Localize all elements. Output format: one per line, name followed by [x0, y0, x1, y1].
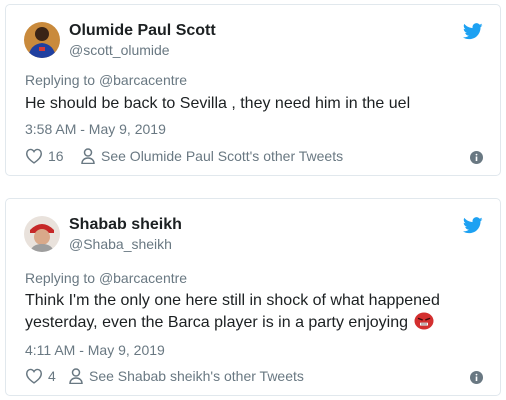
- mention-link[interactable]: @barcacentre: [99, 72, 187, 88]
- timestamp-link[interactable]: 3:58 AM - May 9, 2019: [25, 120, 166, 138]
- tweet-text: He should be back to Sevilla , they need…: [25, 95, 411, 112]
- info-icon[interactable]: [470, 369, 483, 384]
- tweet-actions: 16 See Olumide Paul Scott's other Tweets: [25, 146, 483, 166]
- timestamp-link[interactable]: 4:11 AM - May 9, 2019: [25, 341, 165, 359]
- tweet-card: Shabab sheikh @Shaba_sheikh Replying to …: [5, 198, 501, 396]
- tweet-text: Think I'm the only one here still in sho…: [25, 290, 485, 334]
- avatar[interactable]: [24, 216, 60, 252]
- author-handle[interactable]: @Shaba_sheikh: [69, 235, 172, 253]
- avatar[interactable]: [24, 22, 60, 58]
- person-icon: [81, 148, 95, 164]
- heart-icon: [25, 148, 43, 164]
- tweet-text-line-content: yesterday, even the Barca player is in a…: [25, 314, 409, 331]
- reply-context: Replying to @barcacentre: [25, 71, 187, 89]
- reply-prefix: Replying to: [25, 270, 99, 286]
- author-name[interactable]: Shabab sheikh: [69, 215, 182, 235]
- heart-icon: [25, 368, 43, 384]
- like-button[interactable]: 16: [25, 146, 64, 166]
- other-tweets-link[interactable]: See Shabab sheikh's other Tweets: [69, 366, 304, 386]
- like-count: 16: [48, 148, 64, 164]
- angry-face-emoji: [414, 312, 434, 330]
- info-icon[interactable]: [470, 149, 483, 164]
- like-count: 4: [48, 368, 56, 384]
- reply-prefix: Replying to: [25, 72, 99, 88]
- tweet-text-line: Think I'm the only one here still in sho…: [25, 292, 440, 309]
- tweet-actions: 4 See Shabab sheikh's other Tweets: [25, 366, 483, 386]
- reply-context: Replying to @barcacentre: [25, 269, 187, 287]
- author-name[interactable]: Olumide Paul Scott: [69, 21, 216, 41]
- other-tweets-label: See Olumide Paul Scott's other Tweets: [101, 148, 344, 164]
- author-handle[interactable]: @scott_olumide: [69, 41, 170, 59]
- tweet-text-line-2: yesterday, even the Barca player is in a…: [25, 312, 485, 334]
- twitter-bird-icon[interactable]: [462, 217, 483, 234]
- other-tweets-label: See Shabab sheikh's other Tweets: [89, 368, 304, 384]
- mention-link[interactable]: @barcacentre: [99, 270, 187, 286]
- tweet-card: Olumide Paul Scott @scott_olumide Replyi…: [5, 4, 501, 176]
- person-icon: [69, 368, 83, 384]
- twitter-bird-icon[interactable]: [462, 23, 483, 40]
- other-tweets-link[interactable]: See Olumide Paul Scott's other Tweets: [81, 146, 343, 166]
- like-button[interactable]: 4: [25, 366, 56, 386]
